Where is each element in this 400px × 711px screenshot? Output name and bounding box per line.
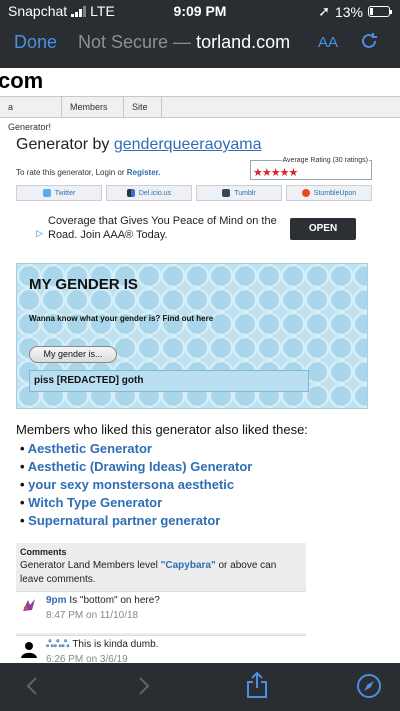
- twitter-icon: [42, 189, 51, 197]
- avatar[interactable]: [20, 640, 38, 658]
- battery-icon: [368, 6, 392, 17]
- site-logo[interactable]: com: [0, 68, 43, 94]
- ad-banner[interactable]: ▷ Coverage that Gives You Peace of Mind …: [36, 208, 366, 250]
- rating-stars-icon: ★★★★★: [253, 167, 298, 179]
- comment-text: This is kinda dumb.: [72, 639, 159, 650]
- list-item[interactable]: your sexy monstersona aesthetic: [20, 476, 252, 494]
- comment-user[interactable]: 9pm: [46, 595, 67, 606]
- web-page: com a Generator! Members Site Generator …: [0, 68, 400, 663]
- comments-info: Generator Land Members level "Capybara" …: [20, 559, 302, 587]
- rate-notice: To rate this generator, Login or Registe…: [16, 168, 161, 177]
- compass-icon[interactable]: [356, 673, 382, 704]
- comments-section: Comments Generator Land Members level "C…: [16, 543, 306, 663]
- tumblr-icon: [222, 189, 231, 197]
- generator-question: Wanna know what your gender is? Find out…: [29, 314, 214, 323]
- rating-label: Average Rating (30 ratings): [281, 157, 369, 164]
- comment-date: 6:26 PM on 3/6/19: [46, 654, 128, 663]
- comment-item: 9pm Is "bottom" on here? 8:47 PM on 11/1…: [16, 591, 306, 633]
- also-liked-list: Aesthetic Generator Aesthetic (Drawing I…: [20, 440, 253, 530]
- comments-info-prefix: Generator Land Members level: [20, 560, 158, 571]
- generator-heading: MY GENDER IS: [29, 276, 138, 293]
- comment-line: 9pm Is "bottom" on here?: [46, 595, 160, 606]
- not-secure-label: Not Secure —: [78, 32, 192, 52]
- share-label: StumbleUpon: [313, 189, 357, 197]
- share-label: Twitter: [54, 189, 76, 197]
- browser-chrome: Snapchat LTE 9:09 PM ➚ 13% Done Not Secu…: [0, 0, 400, 68]
- share-tumblr-button[interactable]: Tumblr: [196, 185, 282, 201]
- comment-item: ஃஃஃ This is kinda dumb. 6:26 PM on 3/6/1…: [16, 635, 306, 663]
- comment-line: ஃஃஃ This is kinda dumb.: [46, 639, 158, 651]
- share-stumbleupon-button[interactable]: StumbleUpon: [286, 185, 372, 201]
- page-title: Generator by genderqueeraoyama: [16, 136, 262, 154]
- also-liked-heading: Members who liked this generator also li…: [16, 422, 308, 437]
- share-delicious-button[interactable]: Del.icio.us: [106, 185, 192, 201]
- comment-user[interactable]: ஃஃஃ: [46, 639, 70, 650]
- list-item[interactable]: Witch Type Generator: [20, 494, 252, 512]
- ad-open-button[interactable]: OPEN: [290, 218, 356, 240]
- site-nav: a Generator! Members Site: [0, 96, 400, 132]
- rate-text: To rate this generator, Login or: [16, 168, 125, 177]
- list-item[interactable]: Supernatural partner generator: [20, 512, 252, 530]
- generator-result: piss [REDACTED] goth: [29, 370, 309, 392]
- url-bar: Done Not Secure — torland.com AA: [0, 28, 400, 60]
- stumbleupon-icon: [301, 189, 310, 197]
- generate-button[interactable]: My gender is...: [29, 346, 117, 363]
- done-button[interactable]: Done: [14, 32, 57, 53]
- reload-icon[interactable]: [358, 30, 380, 57]
- share-twitter-button[interactable]: Twitter: [16, 185, 102, 201]
- ad-text: Coverage that Gives You Peace of Mind on…: [48, 215, 277, 241]
- title-prefix: Generator by: [16, 136, 110, 153]
- comments-heading: Comments: [20, 547, 67, 557]
- share-label: Del.icio.us: [138, 189, 172, 197]
- author-link[interactable]: genderqueeraoyama: [114, 136, 262, 153]
- domain-label: torland.com: [196, 32, 291, 52]
- forward-icon[interactable]: [134, 675, 154, 702]
- address-field[interactable]: Not Secure — torland.com: [78, 32, 290, 53]
- nav-generator[interactable]: a Generator!: [0, 97, 62, 132]
- back-icon[interactable]: [22, 675, 42, 702]
- battery-label: 13%: [334, 3, 363, 20]
- reader-options-button[interactable]: AA: [318, 34, 338, 51]
- share-icon[interactable]: [245, 671, 269, 704]
- register-link[interactable]: Register.: [127, 168, 161, 177]
- average-rating: Average Rating (30 ratings) ★★★★★: [250, 157, 372, 180]
- location-arrow-icon: ➚: [318, 3, 330, 19]
- status-bar: Snapchat LTE 9:09 PM ➚ 13%: [0, 0, 400, 22]
- nav-site[interactable]: Site: [124, 97, 162, 117]
- comment-date: 8:47 PM on 11/10/18: [46, 610, 139, 621]
- generator-widget: MY GENDER IS Wanna know what your gender…: [16, 263, 368, 409]
- comment-text: Is "bottom" on here?: [69, 595, 160, 606]
- bottom-toolbar: [0, 663, 400, 711]
- level-link[interactable]: "Capybara": [161, 560, 216, 571]
- ad-choices-icon[interactable]: ▷: [36, 228, 43, 239]
- nav-members[interactable]: Members: [62, 97, 124, 117]
- share-label: Tumblr: [234, 189, 256, 197]
- list-item[interactable]: Aesthetic (Drawing Ideas) Generator: [20, 458, 253, 476]
- list-item[interactable]: Aesthetic Generator: [20, 440, 252, 458]
- delicious-icon: [126, 189, 135, 197]
- avatar[interactable]: [20, 596, 38, 614]
